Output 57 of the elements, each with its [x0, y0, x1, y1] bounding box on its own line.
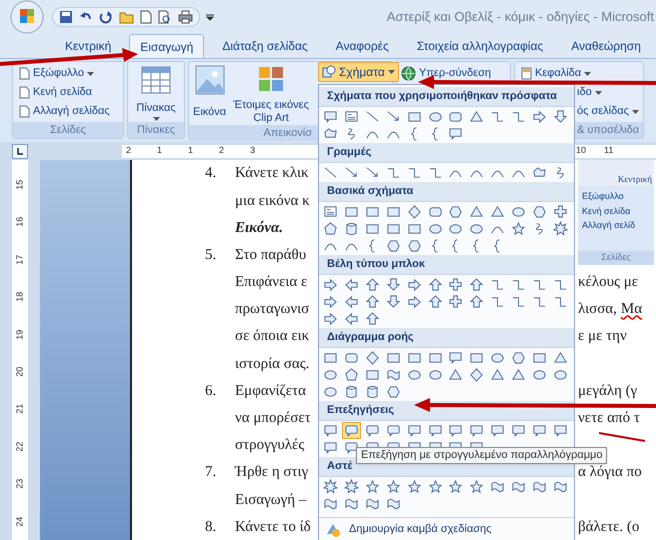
misspelled-word: Μα	[620, 300, 642, 320]
paragraph-text: μεγάλη (γ	[578, 382, 638, 401]
group-label: Πίνακες	[128, 122, 184, 138]
paragraph-text: σε όποια εικ	[235, 328, 310, 344]
ruler-number: 2	[219, 144, 224, 158]
paragraph-text: Επιφάνεια ε	[235, 274, 308, 290]
list-number: 7.	[205, 464, 216, 480]
paragraph-text: στρογγυλές	[235, 437, 304, 454]
ruler-number: 1	[188, 144, 194, 158]
group-label: Σελίδες	[13, 122, 123, 138]
section-header: Σχήματα που χρησιμοποιήθηκαν πρόσφατα	[319, 87, 574, 107]
ruler-number: 3	[250, 144, 256, 158]
section-header: Διάγραμμα ροής	[319, 328, 574, 348]
paragraph-text: Ήρθε η στιγ	[235, 464, 308, 480]
ruler-number: 18	[13, 292, 26, 302]
ruler-number: 23	[13, 478, 26, 489]
ribbon-command: Αλλαγή σελίδ	[582, 219, 636, 232]
section-header: Γραμμές	[319, 143, 574, 163]
window-title: Αστερίξ και Οβελίξ - κόμικ - οδηγίες - Microsoft	[386, 8, 655, 26]
group-label: Σελίδες	[578, 251, 654, 265]
paragraph-text: να μπορέσετ	[235, 410, 311, 426]
paragraph-text: βάλετε. (ο	[578, 518, 640, 537]
paragraph-text: κέλους με	[578, 273, 638, 292]
paragraph-text: ιστορία σας.	[235, 356, 310, 372]
ruler-number: 10	[576, 144, 586, 158]
list-number: 5.	[205, 246, 216, 263]
paragraph-text: Εισαγωγή –	[235, 492, 306, 508]
paragraph-text: νετε από τ	[578, 409, 640, 428]
paragraph-text: Στο παράθυ	[235, 246, 306, 263]
ruler-number: 21	[13, 404, 26, 414]
ruler-number: 16	[13, 217, 26, 228]
paragraph-text: Κάνετε το ίδ	[235, 518, 311, 535]
ruler-number: 19	[13, 329, 26, 340]
paragraph-text: ε με την	[578, 327, 627, 346]
ruler-number: 17	[13, 254, 26, 265]
list-number: 4.	[205, 165, 216, 182]
paragraph-text: α λόγια πο	[578, 463, 642, 482]
ruler-number: 1	[157, 144, 162, 158]
section-header: Βέλη τύπου μπλοκ	[319, 255, 574, 275]
ribbon-command: Κενή σελίδα	[582, 204, 632, 218]
paragraph-text: Εμφανίζετα	[235, 382, 306, 399]
paragraph-text: Εικόνα.	[235, 220, 284, 236]
paragraph-text: λισσα,	[578, 300, 617, 320]
section-header: Βασικά σχήματα	[319, 182, 574, 202]
ruler-number: 15	[13, 180, 26, 190]
ruler-number: 24	[13, 516, 26, 526]
ruler-number: 20	[13, 366, 26, 377]
list-number: 6.	[205, 382, 216, 399]
ruler-number: 22	[13, 442, 26, 452]
paragraph-text: πρωταγωνισ	[235, 301, 310, 318]
paragraph-text: μια εικόνα κ	[235, 192, 310, 209]
ruler-number: 2	[126, 144, 132, 158]
list-number: 8.	[205, 518, 216, 535]
tab-label: Κεντρική	[618, 172, 652, 186]
paragraph-text: Κάνετε κλικ	[235, 165, 309, 182]
ruler-number: 11	[604, 144, 614, 158]
ribbon-command: Εξώφυλλο	[582, 190, 625, 203]
